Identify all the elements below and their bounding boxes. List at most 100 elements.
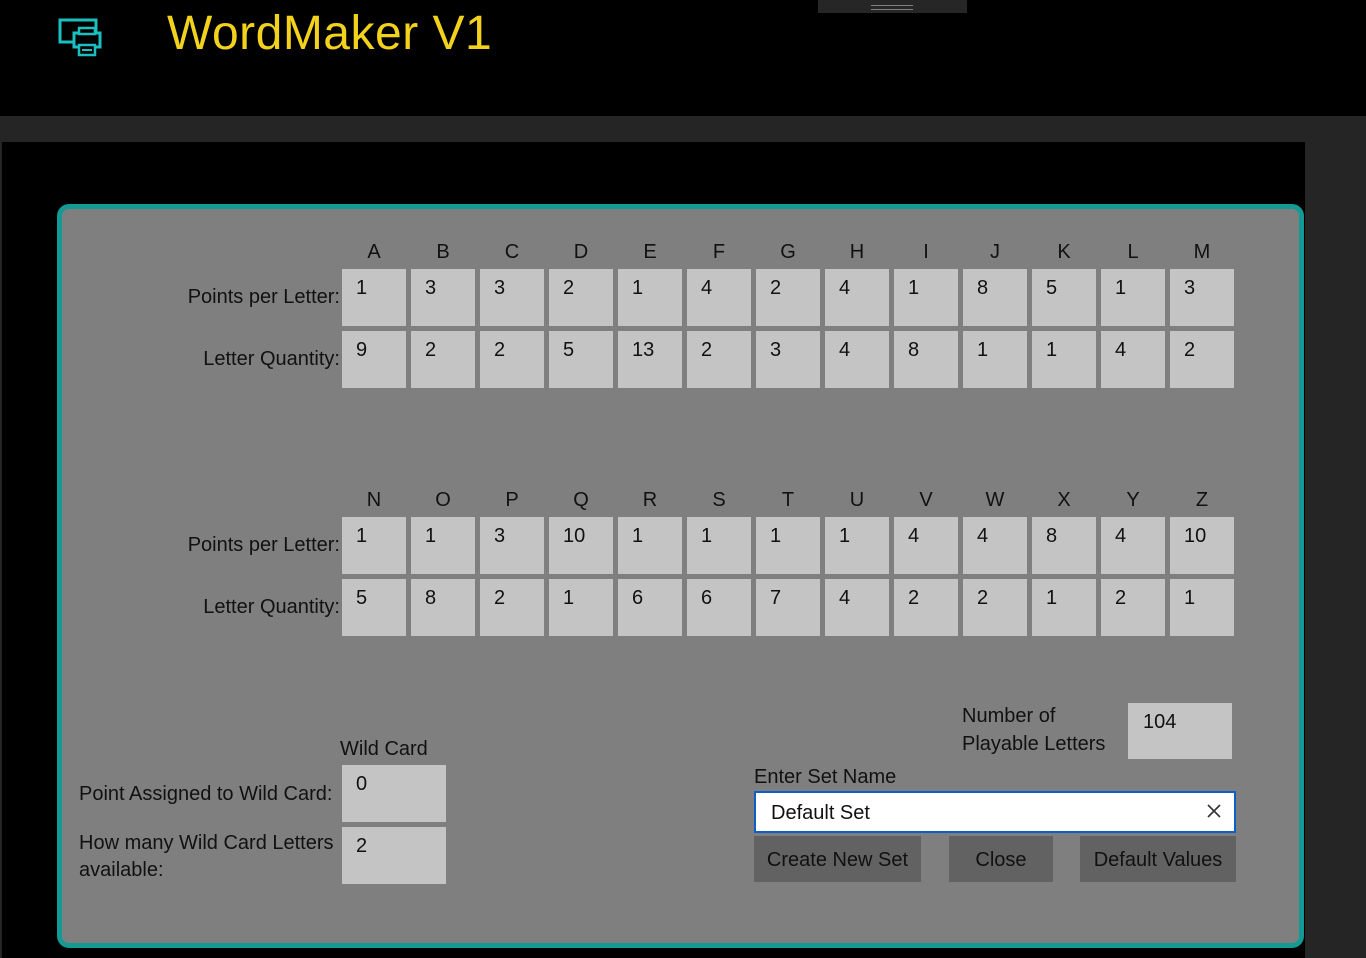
- points-field-h[interactable]: 4: [825, 269, 889, 326]
- quantity-field-t[interactable]: 7: [756, 579, 820, 636]
- letter-header-u: U: [849, 489, 865, 511]
- quantity-field-e[interactable]: 13: [618, 331, 682, 388]
- points-field-r[interactable]: 1: [618, 517, 682, 574]
- set-name-field[interactable]: [754, 791, 1236, 833]
- points-field-x[interactable]: 8: [1032, 517, 1096, 574]
- points-field-c[interactable]: 3: [480, 269, 544, 326]
- points-field-a[interactable]: 1: [342, 269, 406, 326]
- quantity-field-v[interactable]: 2: [894, 579, 958, 636]
- points-field-q[interactable]: 10: [549, 517, 613, 574]
- quantity-field-j[interactable]: 1: [963, 331, 1027, 388]
- letter-header-y: Y: [1126, 489, 1140, 511]
- quantity-field-f[interactable]: 2: [687, 331, 751, 388]
- points-field-u[interactable]: 1: [825, 517, 889, 574]
- letter-header-p: P: [505, 489, 519, 511]
- wild-card-count-label-line1: How many Wild Card Letters: [79, 832, 334, 854]
- playable-letters-value: 104: [1128, 703, 1232, 759]
- letter-header-r: R: [642, 489, 658, 511]
- wild-card-points-label: Point Assigned to Wild Card:: [79, 783, 333, 805]
- quantity-field-b[interactable]: 2: [411, 331, 475, 388]
- quantity-field-i[interactable]: 8: [894, 331, 958, 388]
- letter-header-q: Q: [573, 489, 589, 511]
- points-field-t[interactable]: 1: [756, 517, 820, 574]
- quantity-field-s[interactable]: 6: [687, 579, 751, 636]
- letter-header-o: O: [435, 489, 451, 511]
- default-values-button[interactable]: Default Values: [1080, 836, 1236, 882]
- quantity-field-u[interactable]: 4: [825, 579, 889, 636]
- quantity-field-m[interactable]: 2: [1170, 331, 1234, 388]
- clear-icon[interactable]: [1206, 803, 1222, 819]
- letter-header-e: E: [643, 241, 657, 263]
- letter-header-v: V: [919, 489, 933, 511]
- letter-quantity-label: Letter Quantity:: [203, 596, 340, 618]
- drag-handle[interactable]: [818, 0, 967, 13]
- points-field-w[interactable]: 4: [963, 517, 1027, 574]
- quantity-field-c[interactable]: 2: [480, 331, 544, 388]
- quantity-field-l[interactable]: 4: [1101, 331, 1165, 388]
- letter-header-j: J: [990, 241, 1000, 263]
- points-field-j[interactable]: 8: [963, 269, 1027, 326]
- letter-quantity-label: Letter Quantity:: [203, 348, 340, 370]
- wild-card-count-field[interactable]: 2: [342, 827, 446, 884]
- quantity-field-o[interactable]: 8: [411, 579, 475, 636]
- letter-header-g: G: [780, 241, 796, 263]
- quantity-field-q[interactable]: 1: [549, 579, 613, 636]
- letter-header-m: M: [1193, 241, 1211, 263]
- create-new-set-button[interactable]: Create New Set: [754, 836, 921, 882]
- points-field-z[interactable]: 10: [1170, 517, 1234, 574]
- points-field-i[interactable]: 1: [894, 269, 958, 326]
- points-field-d[interactable]: 2: [549, 269, 613, 326]
- window-printer-icon: [58, 18, 102, 57]
- points-field-p[interactable]: 3: [480, 517, 544, 574]
- points-field-g[interactable]: 2: [756, 269, 820, 326]
- quantity-field-d[interactable]: 5: [549, 331, 613, 388]
- close-button[interactable]: Close: [949, 836, 1053, 882]
- quantity-field-z[interactable]: 1: [1170, 579, 1234, 636]
- points-field-y[interactable]: 4: [1101, 517, 1165, 574]
- wild-card-header: Wild Card: [340, 738, 428, 760]
- letter-header-f: F: [712, 241, 726, 263]
- quantity-field-g[interactable]: 3: [756, 331, 820, 388]
- quantity-field-k[interactable]: 1: [1032, 331, 1096, 388]
- quantity-field-w[interactable]: 2: [963, 579, 1027, 636]
- points-per-letter-label: Points per Letter:: [187, 534, 340, 556]
- points-field-f[interactable]: 4: [687, 269, 751, 326]
- points-field-l[interactable]: 1: [1101, 269, 1165, 326]
- grip-icon: [871, 5, 913, 10]
- points-field-s[interactable]: 1: [687, 517, 751, 574]
- left-border: [0, 142, 2, 958]
- letter-header-w: W: [985, 489, 1005, 511]
- right-scroll-area: [1305, 142, 1366, 958]
- letter-header-a: A: [367, 241, 381, 263]
- points-field-e[interactable]: 1: [618, 269, 682, 326]
- points-field-o[interactable]: 1: [411, 517, 475, 574]
- letter-header-h: H: [849, 241, 865, 263]
- quantity-field-a[interactable]: 9: [342, 331, 406, 388]
- quantity-field-r[interactable]: 6: [618, 579, 682, 636]
- points-field-k[interactable]: 5: [1032, 269, 1096, 326]
- letter-header-s: S: [712, 489, 726, 511]
- playable-letters-label: Number of Playable Letters: [962, 702, 1105, 758]
- letter-header-t: T: [781, 489, 795, 511]
- points-field-m[interactable]: 3: [1170, 269, 1234, 326]
- points-per-letter-label: Points per Letter:: [187, 286, 340, 308]
- letter-header-z: Z: [1195, 489, 1209, 511]
- letter-header-n: N: [366, 489, 382, 511]
- letter-header-l: L: [1127, 241, 1139, 263]
- points-field-v[interactable]: 4: [894, 517, 958, 574]
- letter-header-b: B: [436, 241, 450, 263]
- letter-header-c: C: [504, 241, 520, 263]
- quantity-field-p[interactable]: 2: [480, 579, 544, 636]
- playable-letters-label-line1: Number of: [962, 705, 1056, 727]
- quantity-field-n[interactable]: 5: [342, 579, 406, 636]
- points-field-b[interactable]: 3: [411, 269, 475, 326]
- quantity-field-h[interactable]: 4: [825, 331, 889, 388]
- letter-header-k: K: [1057, 241, 1071, 263]
- app-icon: [58, 17, 104, 59]
- set-name-input[interactable]: [769, 797, 1193, 829]
- playable-letters-label-line2: Playable Letters: [962, 733, 1106, 755]
- wild-card-points-field[interactable]: 0: [342, 765, 446, 822]
- quantity-field-y[interactable]: 2: [1101, 579, 1165, 636]
- points-field-n[interactable]: 1: [342, 517, 406, 574]
- quantity-field-x[interactable]: 1: [1032, 579, 1096, 636]
